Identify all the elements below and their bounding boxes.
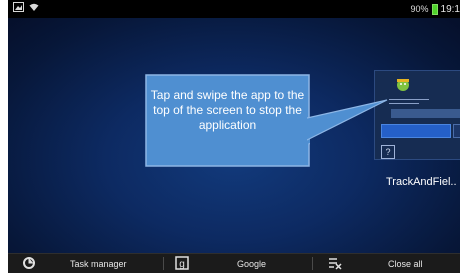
thumbnail-field [391,109,460,118]
google-search-icon: g [175,256,189,270]
recent-app-name[interactable]: TrackAndFiel.. [386,176,457,188]
callout-text: Tap and swipe the app to the top of the … [150,88,305,132]
wifi-icon [29,3,39,11]
callout-pointer [307,99,388,141]
thumbnail-button [453,124,460,138]
thumbnail-button [381,124,451,138]
bottom-bar: Task manager g Google Close all [8,253,460,273]
picture-notification-icon [13,2,24,12]
google-button[interactable]: Google [237,254,266,273]
bottom-bar-divider [163,257,164,270]
bottom-bar-divider [312,257,313,270]
task-manager-icon [23,257,35,269]
svg-text:g: g [179,259,185,270]
android-icon [397,79,409,91]
battery-icon [431,3,438,15]
status-bar: 90% 19:1 [8,0,460,18]
close-all-icon [329,258,342,270]
clock: 19:1 [440,3,460,15]
thumbnail-text-line [389,99,429,100]
thumbnail-text-line [389,103,419,104]
help-icon: ? [381,145,395,159]
screen: 90% 19:1 ? TrackAndFiel.. Tap and swipe … [8,0,460,273]
google-label: Google [237,258,267,269]
close-all-button[interactable]: Close all [388,254,423,273]
task-manager-button[interactable]: Task manager [70,254,127,273]
close-all-label: Close all [388,258,423,269]
task-manager-label: Task manager [70,258,127,269]
battery-percent: 90% [410,4,429,14]
